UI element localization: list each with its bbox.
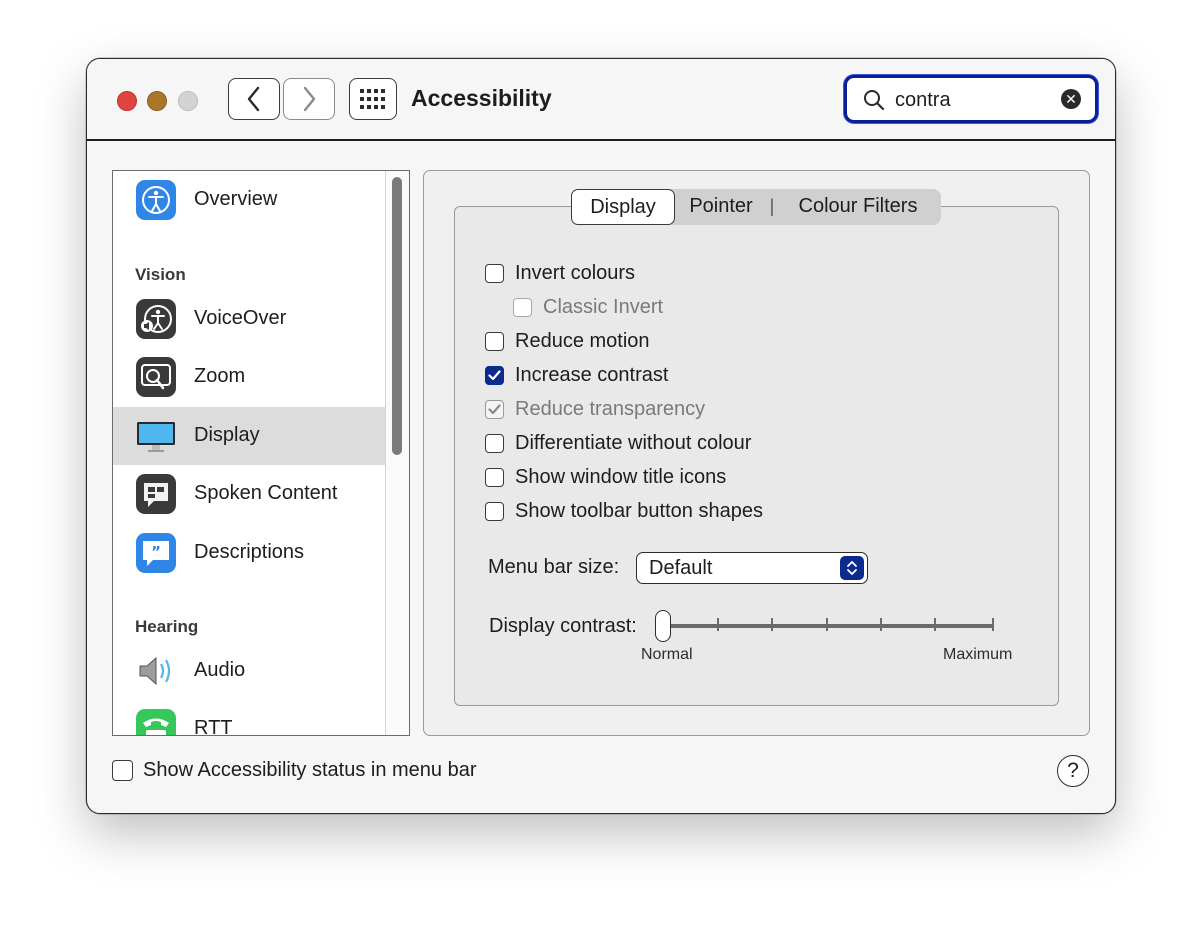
spoken-content-icon bbox=[136, 474, 176, 514]
checkmark-icon bbox=[488, 370, 501, 381]
option-label: Increase contrast bbox=[515, 364, 669, 386]
option-label: Invert colours bbox=[515, 262, 636, 284]
differentiate-without-colour-checkbox[interactable] bbox=[485, 434, 504, 453]
search-field[interactable]: ✕ bbox=[844, 75, 1098, 123]
sidebar-list[interactable]: Overview Vision VoiceOver Zoom Display S… bbox=[112, 170, 410, 736]
tab-display[interactable]: Display bbox=[571, 189, 675, 225]
sidebar-item-overview[interactable]: Overview bbox=[113, 171, 386, 229]
reduce-transparency-checkbox[interactable] bbox=[485, 400, 504, 419]
tab-pointer[interactable]: Pointer bbox=[675, 189, 767, 225]
sidebar-item-zoom[interactable]: Zoom bbox=[113, 348, 386, 406]
sidebar-item-display[interactable]: Display bbox=[113, 407, 386, 465]
sidebar-item-descriptions[interactable]: ” Descriptions bbox=[113, 524, 386, 582]
option-differentiate-without-colour[interactable]: Differentiate without colour bbox=[485, 432, 751, 455]
show-toolbar-button-shapes-checkbox[interactable] bbox=[485, 502, 504, 521]
slider-tick bbox=[934, 618, 936, 631]
svg-text:”: ” bbox=[151, 543, 161, 561]
zoom-window-button[interactable] bbox=[178, 91, 198, 111]
slider-tick bbox=[826, 618, 828, 631]
checkmark-icon bbox=[488, 404, 501, 415]
menu-bar-size-label: Menu bar size: bbox=[488, 556, 620, 578]
rtt-icon bbox=[136, 709, 176, 735]
tab-bar: Display Pointer | Colour Filters bbox=[571, 189, 941, 225]
sidebar-item-voiceover[interactable]: VoiceOver bbox=[113, 290, 386, 348]
sidebar-item-label: Descriptions bbox=[194, 541, 305, 563]
window-title: Accessibility bbox=[411, 85, 552, 111]
audio-icon bbox=[139, 656, 171, 686]
slider-tick bbox=[717, 618, 719, 631]
option-reduce-motion[interactable]: Reduce motion bbox=[485, 330, 650, 353]
option-increase-contrast[interactable]: Increase contrast bbox=[485, 364, 668, 387]
option-label: Classic Invert bbox=[543, 296, 664, 318]
increase-contrast-checkbox[interactable] bbox=[485, 366, 504, 385]
slider-max-label: Maximum bbox=[943, 646, 1013, 663]
sidebar-item-label: Spoken Content bbox=[194, 482, 338, 504]
sidebar-item-label: Zoom bbox=[194, 365, 246, 387]
option-label: Show window title icons bbox=[515, 466, 727, 488]
tab-separator: | bbox=[769, 196, 775, 216]
menu-bar-size-select[interactable]: Default bbox=[636, 552, 868, 584]
display-contrast-slider-track[interactable] bbox=[664, 624, 994, 628]
title-bar: Accessibility ✕ bbox=[87, 59, 1115, 141]
up-down-chevron-icon bbox=[840, 556, 864, 580]
menu-bar-size-value: Default bbox=[649, 557, 713, 579]
chevron-left-icon bbox=[247, 86, 260, 112]
search-input[interactable] bbox=[895, 89, 1055, 112]
clear-search-icon[interactable]: ✕ bbox=[1061, 89, 1081, 109]
sidebar-item-label: Audio bbox=[194, 659, 246, 681]
reduce-motion-checkbox[interactable] bbox=[485, 332, 504, 351]
invert-colours-checkbox[interactable] bbox=[485, 264, 504, 283]
zoom-icon bbox=[136, 357, 176, 397]
accessibility-status-option[interactable]: Show Accessibility status in menu bar bbox=[112, 759, 477, 782]
slider-tick bbox=[880, 618, 882, 631]
option-label: Reduce motion bbox=[515, 330, 650, 352]
sidebar-item-label: Overview bbox=[194, 188, 278, 210]
option-show-window-title-icons[interactable]: Show window title icons bbox=[485, 466, 726, 489]
forward-button[interactable] bbox=[283, 78, 335, 120]
classic-invert-checkbox[interactable] bbox=[513, 298, 532, 317]
chevron-right-icon bbox=[303, 86, 316, 112]
option-label: Reduce transparency bbox=[515, 398, 706, 420]
search-icon bbox=[864, 90, 885, 111]
option-label: Differentiate without colour bbox=[515, 432, 752, 454]
slider-tick bbox=[992, 618, 994, 631]
minimize-window-button[interactable] bbox=[147, 91, 167, 111]
slider-min-label: Normal bbox=[641, 646, 693, 663]
show-all-button[interactable] bbox=[349, 78, 397, 120]
section-header-hearing: Hearing bbox=[135, 617, 199, 636]
sidebar-item-label: RTT bbox=[194, 717, 233, 736]
accessibility-status-checkbox[interactable] bbox=[112, 760, 133, 781]
display-contrast-slider-knob[interactable] bbox=[655, 610, 671, 642]
system-preferences-window: Accessibility ✕ Overview Vision bbox=[86, 58, 1116, 814]
display-contrast-label: Display contrast: bbox=[489, 615, 637, 637]
sidebar-item-spoken-content[interactable]: Spoken Content bbox=[113, 465, 386, 523]
sidebar-item-rtt[interactable]: RTT bbox=[113, 700, 386, 736]
sidebar-scrollbar[interactable] bbox=[385, 171, 409, 735]
option-show-toolbar-button-shapes[interactable]: Show toolbar button shapes bbox=[485, 500, 763, 523]
show-window-title-icons-checkbox[interactable] bbox=[485, 468, 504, 487]
display-icon bbox=[137, 422, 175, 452]
tab-colour-filters[interactable]: Colour Filters bbox=[777, 189, 939, 225]
option-invert-colours[interactable]: Invert colours bbox=[485, 262, 635, 285]
sidebar-item-audio[interactable]: Audio bbox=[113, 642, 386, 700]
section-header-vision: Vision bbox=[135, 265, 186, 284]
sidebar-item-label: Display bbox=[194, 424, 260, 446]
close-window-button[interactable] bbox=[117, 91, 137, 111]
slider-tick bbox=[771, 618, 773, 631]
descriptions-icon: ” bbox=[136, 533, 176, 573]
overview-icon bbox=[136, 180, 176, 220]
accessibility-status-label: Show Accessibility status in menu bar bbox=[143, 759, 477, 781]
sidebar-item-label: VoiceOver bbox=[194, 307, 287, 329]
option-classic-invert[interactable]: Classic Invert bbox=[513, 296, 663, 319]
sidebar-scroll-thumb[interactable] bbox=[392, 177, 402, 455]
option-label: Show toolbar button shapes bbox=[515, 500, 763, 522]
help-button[interactable]: ? bbox=[1057, 755, 1089, 787]
grid-icon bbox=[360, 89, 385, 109]
back-button[interactable] bbox=[228, 78, 280, 120]
voiceover-icon bbox=[136, 299, 176, 339]
option-reduce-transparency[interactable]: Reduce transparency bbox=[485, 398, 705, 421]
